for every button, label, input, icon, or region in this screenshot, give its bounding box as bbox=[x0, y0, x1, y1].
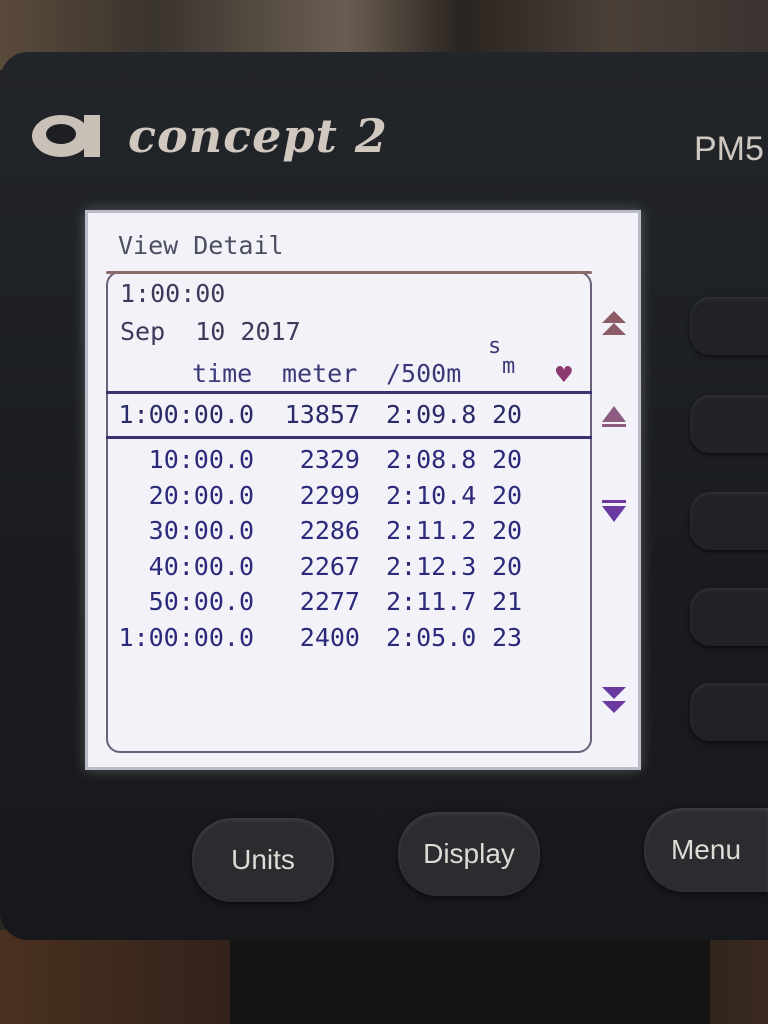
heart-icon: ♥ bbox=[554, 363, 574, 388]
split-meter: 2329 bbox=[299, 445, 360, 474]
units-button[interactable]: Units bbox=[192, 818, 334, 902]
split-meter: 2277 bbox=[299, 587, 360, 616]
soft-key-4-button[interactable] bbox=[690, 588, 768, 646]
split-spm: 20 bbox=[492, 481, 523, 510]
summary-row: 1:00:00.0 13857 2:09.8 20 bbox=[88, 400, 523, 434]
split-spm: 23 bbox=[492, 623, 523, 652]
brand-logo: concept 2 bbox=[32, 108, 388, 164]
split-pace: 2:11.2 bbox=[386, 516, 477, 545]
split-pace: 2:11.7 bbox=[386, 587, 477, 616]
split-spm: 21 bbox=[492, 587, 523, 616]
column-header-time: time bbox=[192, 359, 253, 388]
screen-title: View Detail bbox=[118, 231, 284, 260]
logo-text: concept 2 bbox=[128, 109, 388, 163]
menu-button[interactable]: Menu bbox=[644, 808, 768, 892]
summary-pace: 2:09.8 bbox=[386, 400, 477, 429]
soft-key-2-button[interactable] bbox=[690, 395, 768, 453]
split-time: 1:00:00.0 bbox=[118, 623, 254, 652]
split-pace: 2:12.3 bbox=[386, 552, 477, 581]
display-button[interactable]: Display bbox=[398, 812, 540, 896]
table-row: 30:00.0 2286 2:11.2 20 bbox=[88, 516, 522, 550]
model-label: PM5 bbox=[694, 130, 764, 168]
split-spm: 20 bbox=[492, 445, 523, 474]
split-pace: 2:10.4 bbox=[386, 481, 477, 510]
split-time: 40:00.0 bbox=[148, 552, 254, 581]
summary-time: 1:00:00.0 bbox=[118, 400, 254, 429]
split-time: 20:00.0 bbox=[148, 481, 254, 510]
split-pace: 2:08.8 bbox=[386, 445, 477, 474]
summary-spm: 20 bbox=[492, 400, 523, 429]
table-row: 50:00.0 2277 2:11.7 21 bbox=[88, 587, 522, 621]
lcd-screen: View Detail 1:00:00 Sep 10 2017 time met… bbox=[85, 210, 641, 770]
soft-key-5-button[interactable] bbox=[690, 683, 768, 741]
split-meter: 2267 bbox=[299, 552, 360, 581]
summary-meter: 13857 bbox=[284, 400, 360, 429]
split-spm: 20 bbox=[492, 516, 523, 545]
table-row: 40:00.0 2267 2:12.3 20 bbox=[88, 552, 522, 586]
logo-mark-icon bbox=[32, 113, 132, 159]
workout-date: Sep 10 2017 bbox=[120, 317, 301, 346]
split-time: 50:00.0 bbox=[148, 587, 254, 616]
column-header-spm: s m bbox=[488, 336, 516, 379]
split-meter: 2400 bbox=[299, 623, 360, 652]
soft-key-1-button[interactable] bbox=[690, 297, 768, 355]
split-meter: 2299 bbox=[299, 481, 360, 510]
workout-duration: 1:00:00 bbox=[120, 279, 226, 308]
split-pace: 2:05.0 bbox=[386, 623, 477, 652]
split-meter: 2286 bbox=[299, 516, 360, 545]
table-row: 1:00:00.0 2400 2:05.0 23 bbox=[88, 623, 523, 657]
table-row: 20:00.0 2299 2:10.4 20 bbox=[88, 481, 522, 515]
frame-top-border bbox=[106, 271, 592, 274]
soft-key-3-button[interactable] bbox=[690, 492, 768, 550]
split-time: 30:00.0 bbox=[148, 516, 254, 545]
split-spm: 20 bbox=[492, 552, 523, 581]
column-header-pace: /500m bbox=[386, 359, 462, 388]
background-shaft bbox=[230, 930, 710, 1024]
split-time: 10:00.0 bbox=[148, 445, 254, 474]
spm-bottom: m bbox=[502, 354, 516, 379]
column-header-meter: meter bbox=[282, 359, 358, 388]
table-row: 10:00.0 2329 2:08.8 20 bbox=[88, 445, 522, 479]
